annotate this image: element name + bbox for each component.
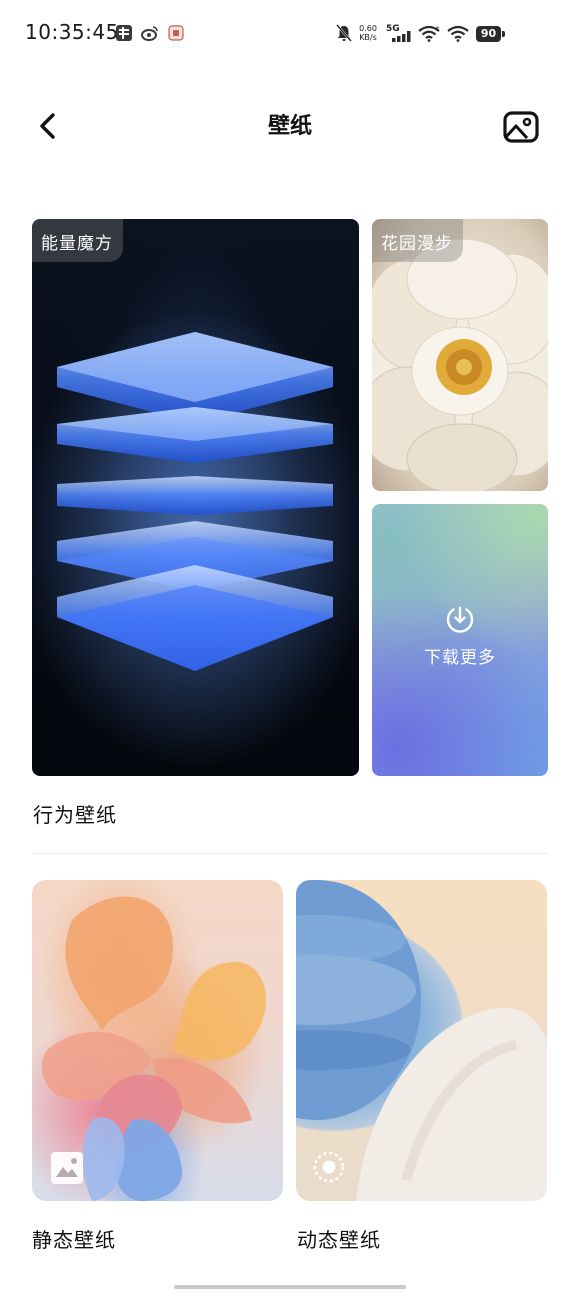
download-icon xyxy=(446,606,474,633)
signal-bars-icon xyxy=(392,31,411,42)
weibo-icon xyxy=(141,26,158,41)
status-bar: 10:35:45 0.60 KB/s 5G + 90 xyxy=(0,0,580,68)
header: 壁纸 xyxy=(0,90,580,160)
page-title: 壁纸 xyxy=(267,114,312,139)
gallery-button[interactable] xyxy=(499,105,543,149)
image-icon xyxy=(503,111,539,143)
section-title-static-wallpaper[interactable]: 静态壁纸 xyxy=(32,1224,116,1253)
cellular-signal: 5G xyxy=(386,24,412,42)
section-title-dynamic-wallpaper[interactable]: 动态壁纸 xyxy=(297,1224,381,1253)
mute-bell-icon xyxy=(336,24,352,42)
wallpaper-card-energy-cube[interactable]: 能量魔方 xyxy=(32,219,359,776)
dynamic-wallpaper-card[interactable] xyxy=(296,880,547,1201)
wallpaper-name-garden-walk: 花园漫步 xyxy=(372,219,463,262)
status-time: 10:35:45 xyxy=(25,20,119,44)
image-icon xyxy=(51,1152,83,1184)
network-speed: 0.60 KB/s xyxy=(356,24,380,42)
energy-cube-artwork xyxy=(32,309,359,769)
live-wallpaper-icon xyxy=(313,1151,345,1183)
wallpaper-name-energy-cube: 能量魔方 xyxy=(32,219,123,262)
notification-app-icon xyxy=(116,25,132,41)
svg-text:+: + xyxy=(435,25,440,32)
wifi-icon: + xyxy=(418,25,440,42)
static-wallpaper-card[interactable] xyxy=(32,880,283,1201)
shopping-app-icon xyxy=(168,25,184,41)
battery-tip xyxy=(502,31,505,37)
download-more-card[interactable]: 下载更多 xyxy=(372,504,548,776)
wifi-icon-secondary xyxy=(447,25,469,42)
wallpaper-card-garden-walk[interactable]: 花园漫步 xyxy=(372,219,548,491)
network-speed-value: 0.60 xyxy=(359,24,377,33)
network-speed-unit: KB/s xyxy=(359,33,377,42)
section-title-behavior-wallpaper[interactable]: 行为壁纸 xyxy=(33,799,117,828)
home-indicator[interactable] xyxy=(174,1285,406,1289)
notification-icons xyxy=(115,24,185,42)
divider xyxy=(32,853,548,854)
download-more-label: 下载更多 xyxy=(424,647,496,668)
battery-level: 90 xyxy=(476,26,501,42)
